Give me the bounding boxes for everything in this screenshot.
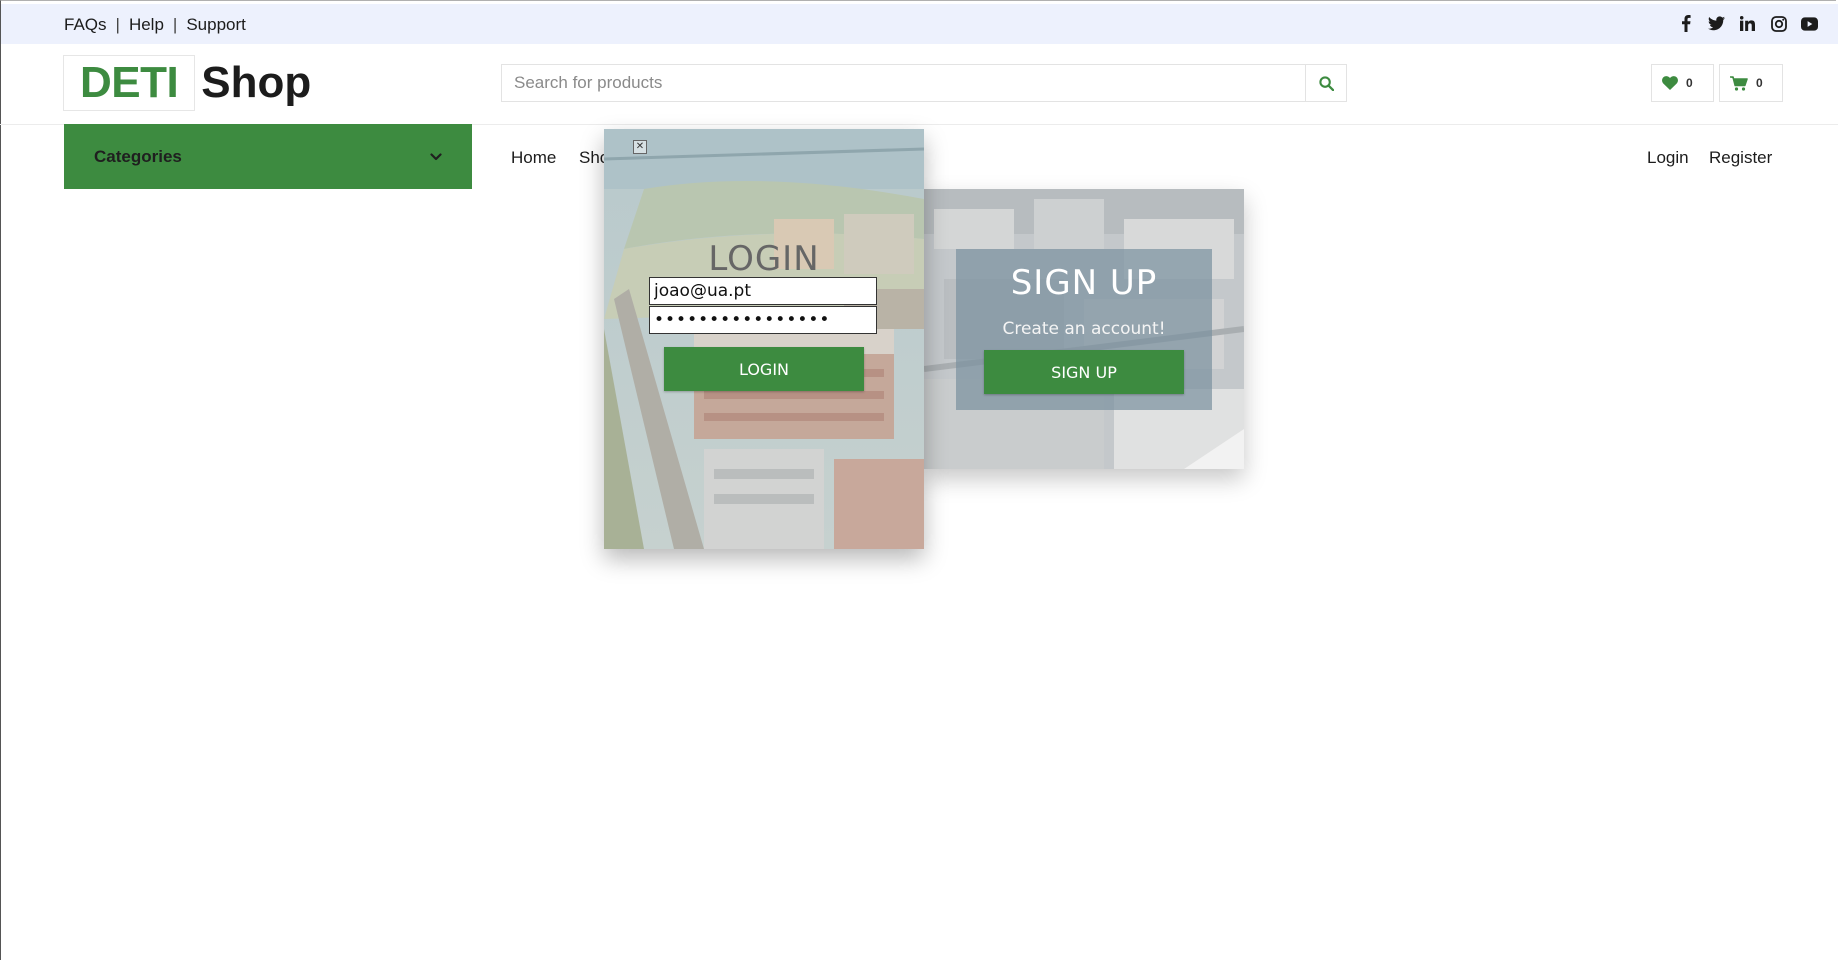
password-field[interactable] — [649, 306, 877, 334]
search-button[interactable] — [1305, 65, 1346, 101]
close-icon[interactable]: ✕ — [633, 140, 647, 154]
nav-register-link[interactable]: Register — [1709, 148, 1772, 168]
help-link[interactable]: Help — [129, 15, 164, 35]
search-icon — [1318, 75, 1334, 91]
heart-icon — [1662, 76, 1678, 90]
logo-shop-text: Shop — [201, 57, 312, 107]
separator: | — [115, 15, 120, 34]
cart-icon — [1730, 75, 1748, 91]
site-header: DETI Shop 0 0 — [0, 44, 1838, 125]
signup-panel: SIGN UP Create an account! SIGN UP — [924, 189, 1244, 469]
search-bar — [501, 64, 1347, 102]
login-button[interactable]: LOGIN — [664, 347, 864, 391]
top-bar: FAQs | Help | Support — [1, 4, 1838, 44]
linkedin-icon[interactable] — [1739, 15, 1756, 32]
signup-box: SIGN UP Create an account! SIGN UP — [956, 249, 1212, 410]
facebook-icon[interactable] — [1677, 15, 1694, 32]
campus-aerial-image — [604, 129, 924, 549]
signup-button[interactable]: SIGN UP — [984, 350, 1184, 394]
signup-title: SIGN UP — [1010, 263, 1158, 303]
signup-subtitle: Create an account! — [1002, 319, 1166, 339]
cart-button[interactable]: 0 — [1719, 64, 1783, 102]
top-links: FAQs | Help | Support — [64, 15, 246, 35]
support-link[interactable]: Support — [186, 15, 246, 35]
login-title: LOGIN — [708, 239, 820, 279]
separator: | — [172, 15, 178, 34]
search-input[interactable] — [502, 65, 1305, 101]
wishlist-count: 0 — [1686, 76, 1693, 90]
social-links — [1677, 15, 1818, 32]
logo-box: DETI — [63, 54, 196, 111]
faqs-link[interactable]: FAQs — [64, 15, 107, 35]
chevron-down-icon — [430, 152, 442, 160]
youtube-icon[interactable] — [1801, 15, 1818, 32]
categories-dropdown[interactable]: Categories — [64, 124, 472, 189]
email-field[interactable] — [649, 277, 877, 305]
login-panel: ✕ LOGIN LOGIN — [604, 129, 924, 549]
categories-label: Categories — [94, 146, 182, 166]
instagram-icon[interactable] — [1770, 15, 1787, 32]
nav-home-link[interactable]: Home — [511, 148, 556, 168]
wishlist-button[interactable]: 0 — [1651, 64, 1714, 102]
site-logo[interactable]: DETI Shop — [63, 54, 311, 111]
nav-login-link[interactable]: Login — [1647, 148, 1689, 168]
logo-deti-text: DETI — [80, 57, 179, 107]
cart-count: 0 — [1756, 76, 1763, 90]
twitter-icon[interactable] — [1708, 15, 1725, 32]
